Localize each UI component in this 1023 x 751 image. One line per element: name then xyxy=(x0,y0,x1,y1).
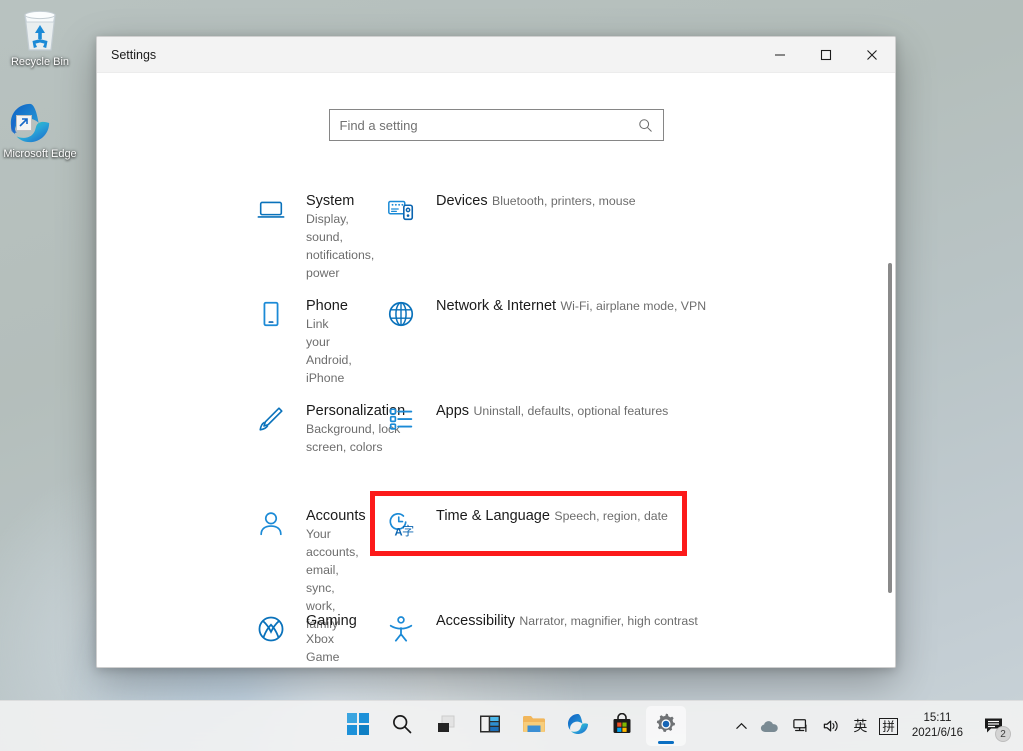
window-titlebar: Settings xyxy=(97,37,895,73)
taskbar-settings-button[interactable] xyxy=(646,706,686,746)
store-icon xyxy=(611,713,633,740)
recycle-bin-icon xyxy=(0,6,80,52)
settings-item-apps[interactable]: Apps Uninstall, defaults, optional featu… xyxy=(362,377,895,482)
settings-item-title: Devices xyxy=(436,193,488,209)
window-title: Settings xyxy=(97,48,757,62)
settings-window: Settings xyxy=(96,36,896,668)
taskbar-search-button[interactable] xyxy=(382,706,422,746)
settings-item-system[interactable]: System Display, sound, notifications, po… xyxy=(97,167,362,272)
settings-item-personalization[interactable]: Personalization Background, lock screen,… xyxy=(97,377,362,482)
system-icon xyxy=(255,193,287,225)
settings-icon xyxy=(654,712,678,741)
settings-item-desc: Uninstall, defaults, optional features xyxy=(474,404,669,418)
taskbar-buttons xyxy=(338,706,686,746)
settings-item-desc: Bluetooth, printers, mouse xyxy=(492,194,636,208)
taskbar-microsoft-store-button[interactable] xyxy=(602,706,642,746)
network-icon xyxy=(385,298,417,330)
settings-item-desc: Xbox Game Bar, captures, Game Mode xyxy=(306,632,357,668)
window-content: System Display, sound, notifications, po… xyxy=(97,73,895,667)
taskbar-file-explorer-button[interactable] xyxy=(514,706,554,746)
settings-item-title: System xyxy=(306,193,354,209)
accessibility-icon xyxy=(385,613,417,645)
settings-item-network-internet[interactable]: Network & Internet Wi-Fi, airplane mode,… xyxy=(362,272,895,377)
desktop-icon-recycle-bin[interactable]: Recycle Bin xyxy=(0,6,80,69)
settings-item-title: Time & Language xyxy=(436,508,550,524)
start-icon xyxy=(347,713,369,740)
tray-chevron-up-icon[interactable] xyxy=(728,706,754,746)
settings-item-title: Network & Internet xyxy=(436,298,556,314)
phone-icon xyxy=(255,298,287,330)
search-icon xyxy=(391,713,413,740)
tray-ime-mode[interactable]: 拼 xyxy=(873,706,904,746)
vertical-scrollbar[interactable] xyxy=(888,263,892,593)
notification-center-button[interactable]: 2 xyxy=(973,706,1015,746)
tray-volume-icon[interactable] xyxy=(816,706,847,746)
settings-item-accessibility[interactable]: Accessibility Narrator, magnifier, high … xyxy=(362,587,895,668)
highlight-box: A 字 Time & Language Speech, region, date xyxy=(375,496,682,551)
settings-item-desc: Link your Android, iPhone xyxy=(306,317,352,385)
tray-onedrive-icon[interactable] xyxy=(754,706,786,746)
settings-item-title: Accessibility xyxy=(436,613,515,629)
search-input[interactable] xyxy=(340,118,638,133)
task-view-icon xyxy=(435,713,457,740)
desktop-icon-label: Recycle Bin xyxy=(0,56,80,69)
file-explorer-icon xyxy=(522,713,546,740)
widgets-icon xyxy=(479,713,501,740)
search-area xyxy=(97,73,895,141)
settings-item-phone[interactable]: Phone Link your Android, iPhone xyxy=(97,272,362,377)
settings-item-desc: Speech, region, date xyxy=(554,509,668,523)
notification-icon: 2 xyxy=(979,711,1009,741)
clock-date: 2021/6/16 xyxy=(912,726,963,741)
taskbar-widgets-button[interactable] xyxy=(470,706,510,746)
accounts-icon xyxy=(255,508,287,540)
apps-icon xyxy=(385,403,417,435)
search-icon xyxy=(638,118,653,133)
taskbar-clock[interactable]: 15:11 2021/6/16 xyxy=(904,706,973,746)
time-language-icon: A 字 xyxy=(385,508,417,540)
svg-text:字: 字 xyxy=(402,523,414,538)
maximize-button[interactable] xyxy=(803,37,849,73)
minimize-button[interactable] xyxy=(757,37,803,73)
tray-ime-mode-label: 拼 xyxy=(879,718,898,735)
taskbar-edge-button[interactable] xyxy=(558,706,598,746)
tray-ime-language[interactable]: 英 xyxy=(847,706,873,746)
settings-item-title: Gaming xyxy=(306,613,357,629)
settings-item-title: Phone xyxy=(306,298,348,314)
devices-icon xyxy=(385,193,417,225)
edge-icon xyxy=(566,712,590,741)
settings-item-time-language[interactable]: A 字 Time & Language Speech, region, date xyxy=(362,482,895,587)
notification-badge: 2 xyxy=(995,726,1011,742)
search-box[interactable] xyxy=(329,109,664,141)
clock-time: 15:11 xyxy=(923,711,951,726)
taskbar: 英 拼 15:11 2021/6/16 2 xyxy=(0,700,1023,751)
settings-grid: System Display, sound, notifications, po… xyxy=(97,167,895,668)
settings-item-accounts[interactable]: Accounts Your accounts, email, sync, wor… xyxy=(97,482,362,587)
desktop-icon-microsoft-edge[interactable]: Microsoft Edge xyxy=(0,98,80,161)
taskbar-task-view-button[interactable] xyxy=(426,706,466,746)
tray-network-icon[interactable] xyxy=(786,706,816,746)
settings-item-title: Apps xyxy=(436,403,469,419)
gaming-icon xyxy=(255,613,287,645)
system-tray: 英 拼 15:11 2021/6/16 2 xyxy=(728,701,1015,751)
settings-item-desc: Display, sound, notifications, power xyxy=(306,212,374,280)
taskbar-start-button[interactable] xyxy=(338,706,378,746)
settings-item-desc: Wi-Fi, airplane mode, VPN xyxy=(561,299,707,313)
settings-item-desc: Narrator, magnifier, high contrast xyxy=(519,614,697,628)
close-button[interactable] xyxy=(849,37,895,73)
edge-icon xyxy=(0,98,80,144)
settings-item-devices[interactable]: Devices Bluetooth, printers, mouse xyxy=(362,167,895,272)
desktop-icon-label: Microsoft Edge xyxy=(0,148,80,161)
personalization-icon xyxy=(255,403,287,435)
settings-item-title: Accounts xyxy=(306,508,366,524)
